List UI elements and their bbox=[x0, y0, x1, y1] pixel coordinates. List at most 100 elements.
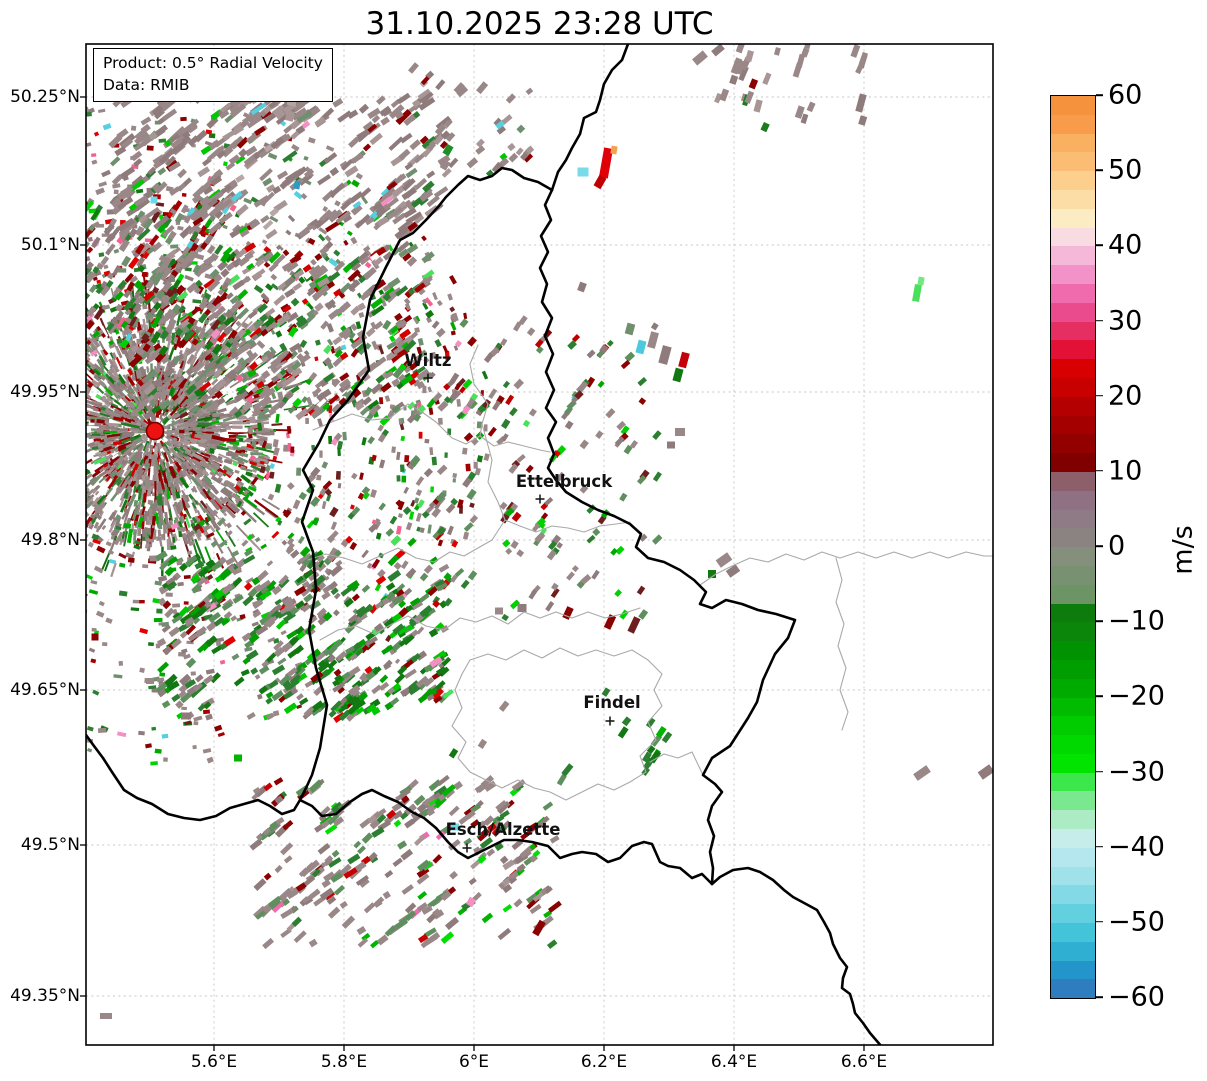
district-border bbox=[451, 647, 663, 801]
colorbar-band bbox=[1051, 396, 1095, 416]
colorbar-band bbox=[1051, 302, 1095, 322]
colorbar-band bbox=[1051, 547, 1095, 566]
colorbar-band bbox=[1051, 941, 1095, 961]
colorbar-tick-label: −30 bbox=[1108, 756, 1165, 787]
colorbar-band bbox=[1051, 603, 1095, 623]
colorbar-tick-label: −60 bbox=[1108, 981, 1165, 1013]
colorbar-tick-label: −20 bbox=[1108, 680, 1165, 712]
colorbar-band bbox=[1051, 490, 1095, 510]
colorbar-band bbox=[1051, 152, 1095, 172]
colorbar-band bbox=[1051, 753, 1095, 773]
radar-map-canvas: Wiltz Ettelbruck Findel Esch/Alzette bbox=[80, 43, 994, 1051]
colorbar-tick-mark bbox=[1096, 620, 1103, 622]
colorbar-band bbox=[1051, 904, 1095, 924]
lon-tick-label: 6.6°E bbox=[840, 1052, 888, 1072]
colorbar-tick-mark bbox=[1096, 244, 1103, 247]
lat-tick-label: 50.1°N bbox=[20, 235, 80, 255]
colorbar-band bbox=[1051, 810, 1095, 830]
colorbar-band bbox=[1051, 114, 1095, 134]
colorbar-band bbox=[1051, 246, 1095, 266]
velocity-colorbar bbox=[1050, 95, 1096, 999]
colorbar-band bbox=[1051, 584, 1095, 604]
colorbar-band bbox=[1051, 208, 1095, 228]
colorbar-band bbox=[1051, 960, 1095, 980]
colorbar-tick-label: 40 bbox=[1108, 229, 1143, 261]
colorbar-tick-label: 20 bbox=[1108, 380, 1143, 412]
colorbar-band bbox=[1051, 791, 1095, 811]
colorbar-tick-label: 30 bbox=[1108, 305, 1143, 336]
city-label: Esch/Alzette bbox=[446, 820, 561, 839]
data-source-line: Data: RMIB bbox=[103, 76, 190, 94]
colorbar-tick-mark bbox=[1096, 394, 1103, 397]
colorbar-tick-mark bbox=[1096, 996, 1103, 998]
colorbar-band bbox=[1051, 622, 1095, 642]
lat-tick-label: 50.25°N bbox=[10, 87, 80, 107]
colorbar-band bbox=[1051, 697, 1095, 717]
lat-tick-label: 49.8°N bbox=[20, 530, 80, 550]
lon-tick-label: 6°E bbox=[458, 1052, 490, 1072]
colorbar-tick-mark bbox=[1096, 921, 1103, 923]
colorbar-tick-mark bbox=[1096, 695, 1103, 698]
colorbar-band bbox=[1051, 772, 1095, 792]
colorbar-band bbox=[1051, 340, 1095, 360]
lat-tick-label: 49.5°N bbox=[20, 835, 80, 855]
district-border bbox=[835, 557, 849, 731]
lon-tick-label: 5.8°E bbox=[320, 1052, 368, 1072]
product-line: Product: 0.5° Radial Velocity bbox=[103, 54, 323, 72]
colorbar-tick-label: 50 bbox=[1108, 154, 1143, 186]
city-label: Ettelbruck bbox=[516, 472, 613, 491]
colorbar-unit-label: m/s bbox=[1167, 525, 1199, 575]
colorbar-band bbox=[1051, 979, 1095, 999]
colorbar-band bbox=[1051, 415, 1095, 435]
colorbar-band bbox=[1051, 321, 1095, 341]
country-border bbox=[710, 866, 882, 1045]
colorbar-band bbox=[1051, 678, 1095, 698]
lon-tick-label: 5.6°E bbox=[190, 1052, 238, 1072]
colorbar-band bbox=[1051, 359, 1095, 378]
colorbar-band bbox=[1051, 829, 1095, 848]
colorbar-tick-label: 60 bbox=[1108, 79, 1143, 111]
district-border bbox=[699, 551, 993, 586]
radar-site-marker bbox=[145, 421, 165, 441]
colorbar-tick-label: −40 bbox=[1108, 831, 1165, 863]
colorbar-band bbox=[1051, 377, 1095, 397]
lon-tick-label: 6.4°E bbox=[710, 1052, 758, 1072]
radar-echo-field bbox=[86, 44, 993, 1019]
country-border bbox=[550, 44, 630, 192]
colorbar-band bbox=[1051, 133, 1095, 153]
colorbar-band bbox=[1051, 453, 1095, 472]
lat-tick-label: 49.35°N bbox=[10, 986, 80, 1006]
colorbar-band bbox=[1051, 227, 1095, 247]
colorbar-band bbox=[1051, 659, 1095, 679]
lat-tick-label: 49.95°N bbox=[10, 382, 80, 402]
colorbar-band bbox=[1051, 283, 1095, 303]
colorbar-band bbox=[1051, 641, 1095, 660]
product-info-box: Product: 0.5° Radial Velocity Data: RMIB bbox=[93, 48, 333, 102]
echo-cluster-topright-cluster bbox=[714, 44, 869, 133]
colorbar-tick-mark bbox=[1096, 770, 1103, 773]
colorbar-band bbox=[1051, 923, 1095, 942]
echo-cluster-top-mid-cluster bbox=[408, 62, 535, 178]
colorbar-band bbox=[1051, 96, 1095, 115]
city-marker bbox=[605, 716, 615, 726]
city-marker bbox=[535, 494, 545, 504]
colorbar-band bbox=[1051, 528, 1095, 548]
colorbar-tick-label: 10 bbox=[1108, 455, 1143, 487]
colorbar-band bbox=[1051, 866, 1095, 886]
echo-cluster-sw-green bbox=[155, 548, 454, 723]
colorbar-band bbox=[1051, 434, 1095, 454]
colorbar-band bbox=[1051, 885, 1095, 905]
colorbar-tick-mark bbox=[1096, 169, 1103, 171]
colorbar-band bbox=[1051, 471, 1095, 491]
colorbar-tick-label: −50 bbox=[1108, 906, 1165, 938]
colorbar-tick-mark bbox=[1096, 545, 1103, 547]
colorbar-tick-label: 0 bbox=[1108, 530, 1126, 562]
echo-cluster-south-band bbox=[249, 774, 562, 950]
city-label: Findel bbox=[583, 693, 640, 712]
colorbar-tick-mark bbox=[1096, 470, 1103, 472]
colorbar-tick-label: −10 bbox=[1108, 605, 1165, 637]
colorbar-gradient bbox=[1051, 96, 1095, 999]
radar-figure: 31.10.2025 23:28 UTC Wiltz Ettelbruck Find… bbox=[0, 0, 1207, 1081]
colorbar-band bbox=[1051, 171, 1095, 190]
colorbar-band bbox=[1051, 716, 1095, 736]
